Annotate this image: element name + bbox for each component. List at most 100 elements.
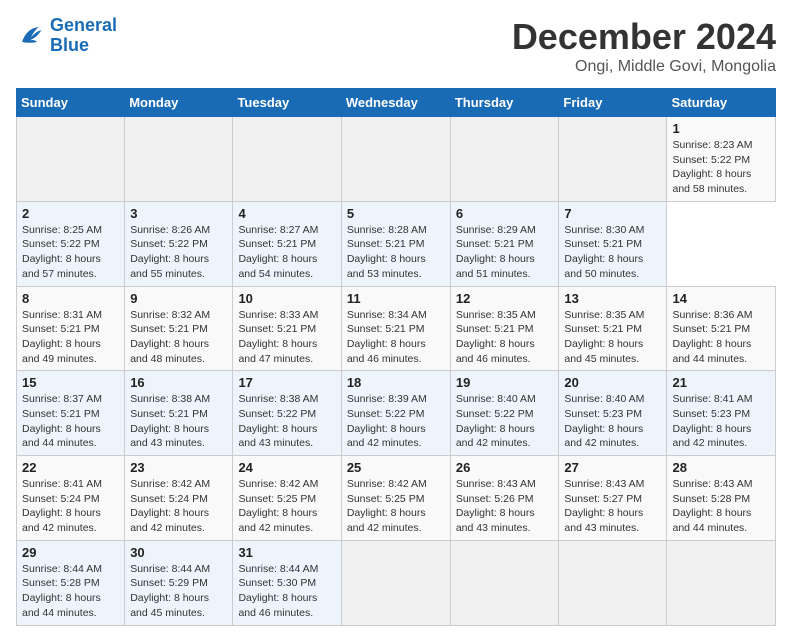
calendar-cell: 13Sunrise: 8:35 AMSunset: 5:21 PMDayligh…	[559, 286, 667, 371]
sunset-text: Sunset: 5:30 PM	[238, 577, 316, 589]
sunset-text: Sunset: 5:22 PM	[22, 238, 100, 250]
day-info: Sunrise: 8:28 AMSunset: 5:21 PMDaylight:…	[347, 223, 445, 282]
day-number: 17	[238, 375, 335, 390]
col-friday: Friday	[559, 89, 667, 117]
day-info: Sunrise: 8:37 AMSunset: 5:21 PMDaylight:…	[22, 392, 119, 451]
logo-icon	[16, 21, 46, 51]
sunrise-text: Sunrise: 8:35 AM	[564, 309, 644, 321]
calendar-table: Sunday Monday Tuesday Wednesday Thursday…	[16, 88, 776, 626]
day-number: 13	[564, 291, 661, 306]
day-number: 24	[238, 460, 335, 475]
calendar-week-row: 8Sunrise: 8:31 AMSunset: 5:21 PMDaylight…	[17, 286, 776, 371]
sunset-text: Sunset: 5:21 PM	[347, 238, 425, 250]
calendar-cell	[17, 117, 125, 202]
daylight-text: Daylight: 8 hours and 42 minutes.	[672, 423, 751, 450]
col-monday: Monday	[125, 89, 233, 117]
sunrise-text: Sunrise: 8:43 AM	[564, 478, 644, 490]
sunset-text: Sunset: 5:22 PM	[672, 154, 750, 166]
day-info: Sunrise: 8:42 AM Sunset: 5:25 PM Daylight:…	[238, 477, 335, 536]
day-info: Sunrise: 8:41 AM Sunset: 5:24 PM Daylight:…	[22, 477, 119, 536]
calendar-cell	[125, 117, 233, 202]
daylight-text: Daylight: 8 hours and 42 minutes.	[238, 507, 317, 534]
daylight-text: Daylight: 8 hours and 42 minutes.	[456, 423, 535, 450]
calendar-cell: 20Sunrise: 8:40 AMSunset: 5:23 PMDayligh…	[559, 371, 667, 456]
sunrise-text: Sunrise: 8:44 AM	[130, 563, 210, 575]
day-info: Sunrise: 8:41 AMSunset: 5:23 PMDaylight:…	[672, 392, 770, 451]
day-number: 23	[130, 460, 227, 475]
calendar-cell: 27 Sunrise: 8:43 AMSunset: 5:27 PMDayligh…	[559, 456, 667, 541]
day-info: Sunrise: 8:43 AMSunset: 5:26 PMDaylight:…	[456, 477, 554, 536]
day-number: 30	[130, 545, 227, 560]
calendar-cell: 16Sunrise: 8:38 AMSunset: 5:21 PMDayligh…	[125, 371, 233, 456]
day-number: 22	[22, 460, 119, 475]
day-info: Sunrise: 8:38 AMSunset: 5:22 PMDaylight:…	[238, 392, 335, 451]
sunset-text: Sunset: 5:21 PM	[130, 408, 208, 420]
daylight-text: Daylight: 8 hours and 45 minutes.	[564, 338, 643, 365]
daylight-text: Daylight: 8 hours and 46 minutes.	[347, 338, 426, 365]
daylight-text: Daylight: 8 hours and 46 minutes.	[238, 592, 317, 619]
day-info: Sunrise: 8:40 AMSunset: 5:22 PMDaylight:…	[456, 392, 554, 451]
day-info: Sunrise: 8:34 AMSunset: 5:21 PMDaylight:…	[347, 308, 445, 367]
logo: General Blue	[16, 16, 117, 56]
calendar-week-row: 29Sunrise: 8:44 AMSunset: 5:28 PMDayligh…	[17, 540, 776, 625]
day-number: 1	[672, 121, 770, 136]
sunset-text: Sunset: 5:23 PM	[672, 408, 750, 420]
sunrise-text: Sunrise: 8:44 AM	[22, 563, 102, 575]
title-area: December 2024 Ongi, Middle Govi, Mongoli…	[512, 16, 776, 76]
calendar-cell: 14Sunrise: 8:36 AMSunset: 5:21 PMDayligh…	[667, 286, 776, 371]
col-sunday: Sunday	[17, 89, 125, 117]
sunset-text: Sunset: 5:21 PM	[672, 323, 750, 335]
calendar-cell: 17 Sunrise: 8:38 AMSunset: 5:22 PMDayligh…	[233, 371, 341, 456]
day-number: 28	[672, 460, 770, 475]
sunrise-text: Sunrise: 8:25 AM	[22, 224, 102, 236]
day-number: 27	[564, 460, 661, 475]
sunrise-text: Sunrise: 8:36 AM	[672, 309, 752, 321]
day-number: 7	[564, 206, 661, 221]
col-saturday: Saturday	[667, 89, 776, 117]
daylight-text: Daylight: 8 hours and 42 minutes.	[347, 507, 426, 534]
sunrise-text: Sunrise: 8:40 AM	[456, 393, 536, 405]
sunset-text: Sunset: 5:25 PM	[238, 493, 316, 505]
calendar-cell: 25 Sunrise: 8:42 AMSunset: 5:25 PMDayligh…	[341, 456, 450, 541]
daylight-text: Daylight: 8 hours and 54 minutes.	[238, 253, 317, 280]
day-info: Sunrise: 8:39 AMSunset: 5:22 PMDaylight:…	[347, 392, 445, 451]
day-info: Sunrise: 8:35 AMSunset: 5:21 PMDaylight:…	[456, 308, 554, 367]
day-number: 6	[456, 206, 554, 221]
sunrise-text: Sunrise: 8:42 AM	[238, 478, 318, 490]
sunrise-text: Sunrise: 8:41 AM	[22, 478, 102, 490]
calendar-cell	[341, 540, 450, 625]
sunset-text: Sunset: 5:21 PM	[130, 323, 208, 335]
calendar-cell	[450, 540, 559, 625]
daylight-text: Daylight: 8 hours and 42 minutes.	[22, 507, 101, 534]
sunset-text: Sunset: 5:22 PM	[130, 238, 208, 250]
day-info: Sunrise: 8:33 AMSunset: 5:21 PMDaylight:…	[238, 308, 335, 367]
sunset-text: Sunset: 5:22 PM	[238, 408, 316, 420]
sunrise-text: Sunrise: 8:37 AM	[22, 393, 102, 405]
sunrise-text: Sunrise: 8:44 AM	[238, 563, 318, 575]
day-info: Sunrise: 8:42 AMSunset: 5:25 PMDaylight:…	[347, 477, 445, 536]
day-info: Sunrise: 8:43 AMSunset: 5:27 PMDaylight:…	[564, 477, 661, 536]
day-number: 8	[22, 291, 119, 306]
sunrise-text: Sunrise: 8:26 AM	[130, 224, 210, 236]
sunset-text: Sunset: 5:21 PM	[456, 323, 534, 335]
daylight-text: Daylight: 8 hours and 43 minutes.	[564, 507, 643, 534]
month-title: December 2024	[512, 16, 776, 58]
daylight-text: Daylight: 8 hours and 46 minutes.	[456, 338, 535, 365]
sunrise-text: Sunrise: 8:34 AM	[347, 309, 427, 321]
day-number: 9	[130, 291, 227, 306]
calendar-cell: 8Sunrise: 8:31 AMSunset: 5:21 PMDaylight…	[17, 286, 125, 371]
day-number: 12	[456, 291, 554, 306]
sunrise-text: Sunrise: 8:39 AM	[347, 393, 427, 405]
calendar-cell: 29Sunrise: 8:44 AMSunset: 5:28 PMDayligh…	[17, 540, 125, 625]
sunset-text: Sunset: 5:24 PM	[22, 493, 100, 505]
sunset-text: Sunset: 5:22 PM	[347, 408, 425, 420]
day-info: Sunrise: 8:30 AMSunset: 5:21 PMDaylight:…	[564, 223, 661, 282]
day-number: 25	[347, 460, 445, 475]
sunset-text: Sunset: 5:21 PM	[238, 238, 316, 250]
calendar-cell: 2Sunrise: 8:25 AMSunset: 5:22 PMDaylight…	[17, 201, 125, 286]
calendar-cell: 23Sunrise: 8:42 AMSunset: 5:24 PMDayligh…	[125, 456, 233, 541]
sunrise-text: Sunrise: 8:27 AM	[238, 224, 318, 236]
calendar-cell: 4Sunrise: 8:27 AMSunset: 5:21 PMDaylight…	[233, 201, 341, 286]
logo-line1: General	[50, 15, 117, 35]
calendar-week-row: 22 Sunrise: 8:41 AM Sunset: 5:24 PM Dayligh…	[17, 456, 776, 541]
